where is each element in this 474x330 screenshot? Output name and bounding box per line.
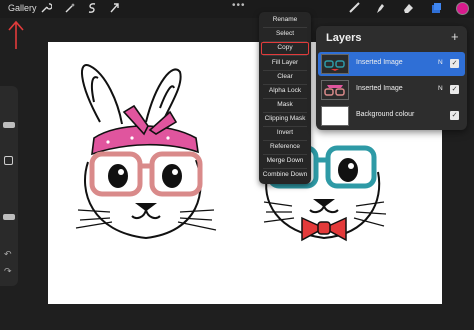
layer-row-inserted-image-1[interactable]: Inserted Image N ✓ [318,52,465,76]
menu-item-copy[interactable]: Copy [261,42,309,55]
menu-item-combine-down[interactable]: Combine Down [259,168,311,181]
layer-options-menu: Rename Select Copy Fill Layer Clear Alph… [259,12,311,184]
opacity-slider[interactable] [3,214,15,220]
layer-row-background-colour[interactable]: Background colour ✓ [318,104,465,128]
menu-item-rename[interactable]: Rename [259,13,311,26]
layer-name: Inserted Image [356,85,403,92]
gallery-button[interactable]: Gallery [8,3,37,13]
brush-icon[interactable] [348,2,360,14]
menu-item-clear[interactable]: Clear [259,70,311,83]
top-toolbar: Gallery ••• [0,0,474,18]
visibility-checkbox[interactable]: ✓ [450,59,459,68]
menu-item-reference[interactable]: Reference [259,140,311,153]
selection-s-icon[interactable] [86,2,98,14]
menu-item-invert[interactable]: Invert [259,126,311,139]
menu-item-merge-down[interactable]: Merge Down [259,154,311,167]
color-picker-button[interactable] [456,2,469,15]
menu-item-clipping-mask[interactable]: Clipping Mask [259,112,311,125]
undo-icon[interactable]: ↶ [4,249,12,260]
modify-button[interactable] [4,156,13,165]
more-options-icon[interactable]: ••• [232,0,246,11]
brush-size-slider[interactable] [3,122,15,128]
blend-mode-label[interactable]: N [438,85,443,92]
visibility-checkbox[interactable]: ✓ [450,85,459,94]
wrench-icon[interactable] [40,2,52,14]
magic-wand-icon[interactable] [64,2,76,14]
annotation-arrow-icon [8,20,24,49]
eraser-icon[interactable] [402,2,414,14]
layer-name: Background colour [356,111,415,118]
transform-arrow-icon[interactable] [108,2,120,14]
layer-name: Inserted Image [356,59,403,66]
menu-item-alpha-lock[interactable]: Alpha Lock [259,84,311,97]
add-layer-button[interactable]: + [451,29,459,44]
layers-panel-title: Layers [326,32,362,44]
layer-thumbnail [321,106,349,126]
layer-row-inserted-image-2[interactable]: Inserted Image N ✓ [318,78,465,102]
layers-panel: Layers + Inserted Image N ✓ Inserted Ima… [316,26,467,130]
layers-icon[interactable] [430,2,442,14]
layer-thumbnail [321,54,349,74]
red-bowtie [301,216,347,242]
menu-item-mask[interactable]: Mask [259,98,311,111]
visibility-checkbox[interactable]: ✓ [450,111,459,120]
redo-icon[interactable]: ↷ [4,266,12,277]
left-sidebar: ↶ ↷ [0,86,18,286]
smudge-icon[interactable] [374,2,386,14]
layer-thumbnail [321,80,349,100]
menu-item-select[interactable]: Select [259,27,311,40]
blend-mode-label[interactable]: N [438,59,443,66]
menu-item-fill-layer[interactable]: Fill Layer [259,56,311,69]
pink-bandana [91,104,199,156]
